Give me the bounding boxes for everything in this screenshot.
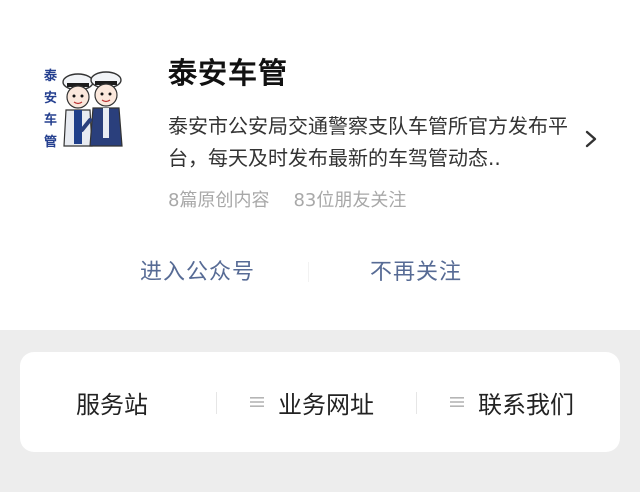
menu-separator: [416, 392, 417, 414]
menu-lines-icon: [450, 397, 464, 407]
account-name: 泰安车管: [168, 56, 289, 90]
svg-text:管: 管: [44, 134, 57, 150]
avatar[interactable]: 泰 安 车 管: [30, 50, 134, 154]
action-divider: [308, 262, 309, 282]
menu-item-label: 联系我们: [478, 390, 574, 419]
account-menu-bar: 服务站 业务网址 联系我们: [20, 352, 620, 452]
menu-item-label: 服务站: [76, 390, 148, 419]
original-articles-count: 8篇原创内容: [168, 190, 270, 211]
svg-text:车: 车: [44, 112, 57, 128]
menu-item-label: 业务网址: [278, 390, 374, 419]
menu-item-contact-us[interactable]: 联系我们: [448, 352, 574, 452]
menu-item-service-station[interactable]: 服务站: [76, 352, 148, 452]
svg-text:泰: 泰: [43, 68, 58, 84]
menu-lines-icon: [250, 397, 264, 407]
unfollow-button[interactable]: 不再关注: [370, 254, 462, 286]
svg-text:安: 安: [44, 90, 57, 106]
enter-account-button[interactable]: 进入公众号: [140, 254, 255, 286]
account-description: 泰安市公安局交通警察支队车管所官方发布平台，每天及时发布最新的车驾管动态..: [168, 114, 568, 170]
police-mascot-logo: 泰 安 车 管: [30, 50, 134, 154]
chevron-right-icon[interactable]: [580, 124, 602, 154]
menu-separator: [216, 392, 217, 414]
menu-item-business-url[interactable]: 业务网址: [248, 352, 374, 452]
friends-following-count: 83位朋友关注: [293, 190, 407, 211]
account-stats: 8篇原创内容 83位朋友关注: [168, 186, 406, 212]
account-profile-card: 泰 安 车 管 泰安车管 泰安市公安局交通警察支队车管所官方发布平台，每天及时发…: [0, 0, 640, 330]
